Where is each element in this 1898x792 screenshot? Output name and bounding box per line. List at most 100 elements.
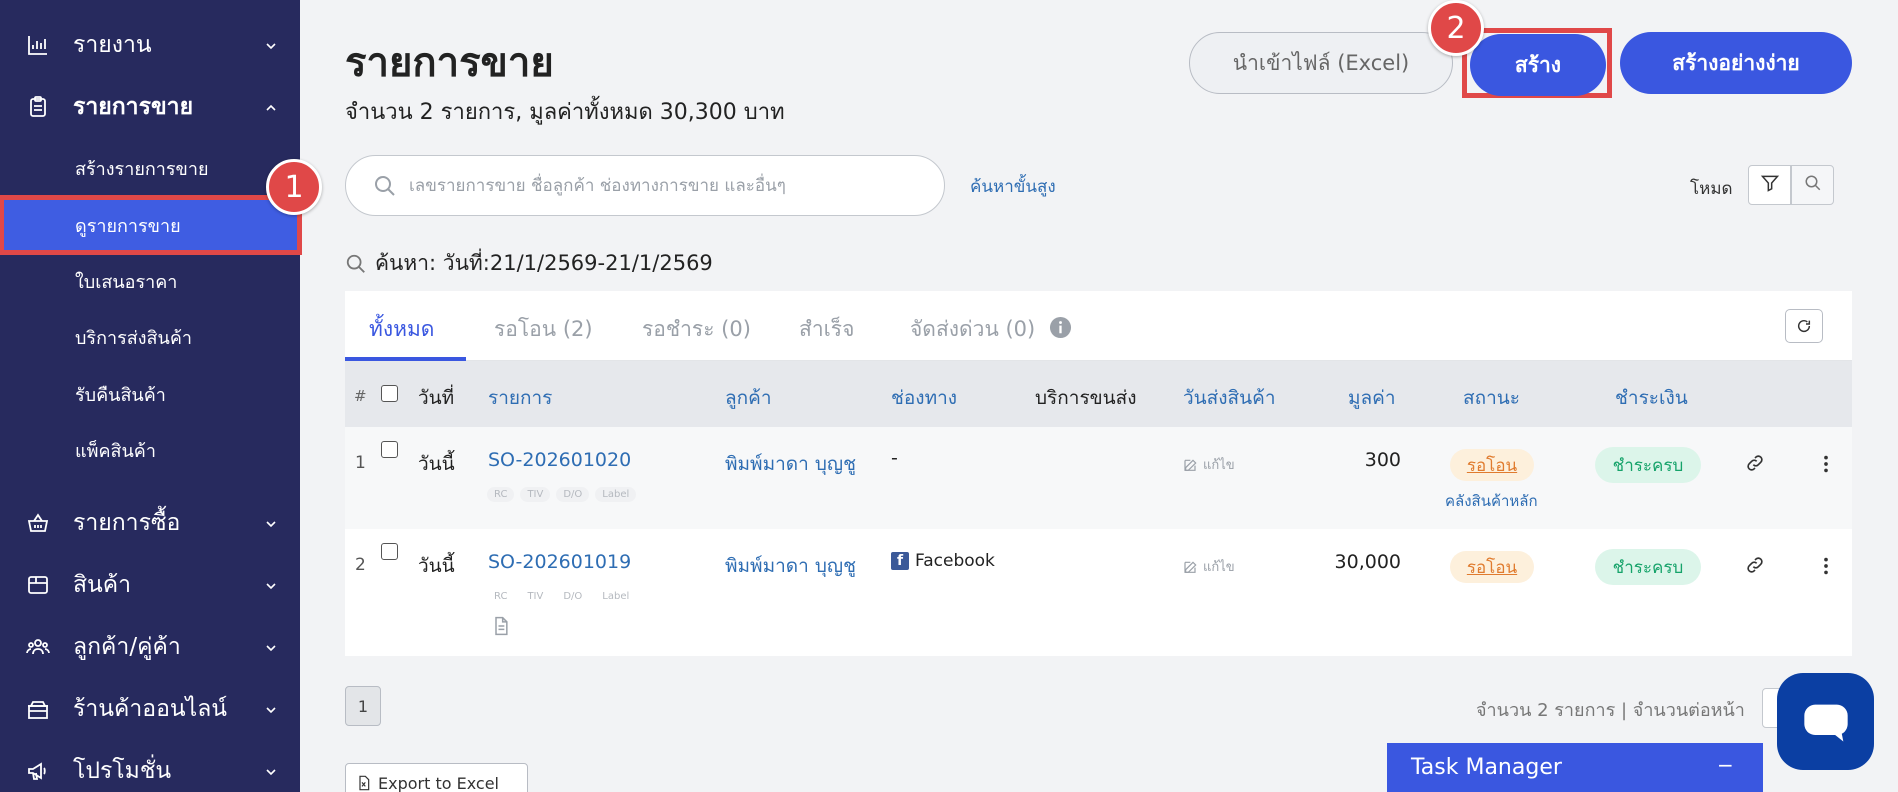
refresh-button[interactable]: [1785, 309, 1823, 343]
chevron-down-icon: [264, 516, 278, 530]
tag-rc[interactable]: RC: [487, 487, 515, 502]
edit-ship-date[interactable]: แก้ไข: [1183, 454, 1235, 475]
table-header: # วันที่ รายการ ลูกค้า ช่องทาง บริการขนส…: [345, 361, 1852, 427]
tag-label[interactable]: Label: [595, 589, 636, 604]
row-checkbox[interactable]: [381, 441, 398, 458]
pagination-page[interactable]: 1: [345, 686, 381, 726]
sidebar-item-label: แพ็คสินค้า: [75, 440, 156, 462]
document-tags: RC TIV D/O Label: [487, 589, 636, 604]
sidebar-item-quotations[interactable]: ใบเสนอราคา: [0, 256, 300, 306]
order-link[interactable]: SO-202601019: [488, 551, 631, 573]
chevron-down-icon: [264, 764, 278, 778]
tab-awaiting-transfer[interactable]: รอโอน (2): [494, 313, 593, 346]
customer-link[interactable]: พิมพ์มาดา บุญชู: [725, 449, 856, 479]
filter-text: ค้นหา: วันที่:21/1/2569-21/1/2569: [375, 251, 713, 275]
column-header-shipping: บริการขนส่ง: [1035, 387, 1137, 409]
sidebar-item-label: ใบเสนอราคา: [75, 271, 178, 293]
document-icon[interactable]: [491, 616, 511, 640]
column-header-channel[interactable]: ช่องทาง: [891, 383, 957, 413]
warehouse-link[interactable]: คลังสินค้าหลัก: [1445, 489, 1538, 513]
tab-all[interactable]: ทั้งหมด: [369, 313, 434, 346]
edit-ship-date[interactable]: แก้ไข: [1183, 556, 1235, 577]
tab-bar: ทั้งหมด รอโอน (2) รอชำระ (0) สำเร็จ จัดส…: [345, 291, 1852, 361]
table-row[interactable]: 2 วันนี้ SO-202601019 RC TIV D/O Label พ…: [345, 529, 1852, 656]
annotation-badge-2: 2: [1428, 0, 1484, 56]
row-channel: f Facebook: [891, 551, 995, 571]
table-row[interactable]: 1 วันนี้ SO-202601020 RC TIV D/O Label พ…: [345, 427, 1852, 529]
chevron-down-icon: [264, 640, 278, 654]
column-header-date[interactable]: วันที่: [418, 383, 454, 413]
export-excel-button[interactable]: Export to Excel: [345, 763, 528, 792]
info-icon[interactable]: [1049, 316, 1072, 343]
column-header-status[interactable]: สถานะ: [1463, 383, 1520, 413]
excel-file-icon: [359, 775, 370, 791]
annotation-badge-1: 1: [266, 159, 322, 215]
sidebar-item-packing[interactable]: แพ็คสินค้า: [0, 425, 300, 475]
search-input[interactable]: [409, 170, 929, 202]
minimize-icon[interactable]: −: [1717, 753, 1734, 777]
sidebar-item-create-sale[interactable]: สร้างรายการขาย: [0, 143, 300, 193]
task-manager-label: Task Manager: [1411, 755, 1562, 780]
easy-create-button[interactable]: สร้างอย่างง่าย: [1620, 32, 1852, 94]
sidebar-item-label: รายการซื้อ: [73, 510, 181, 536]
search-box: [345, 155, 945, 216]
column-header-value[interactable]: มูลค่า: [1348, 383, 1396, 413]
tag-rc[interactable]: RC: [487, 589, 514, 604]
sidebar-item-online-store[interactable]: ร้านค้าออนไลน์: [0, 684, 300, 734]
filter-mode-button[interactable]: [1748, 165, 1791, 205]
tag-label[interactable]: Label: [595, 487, 637, 502]
sales-table-card: ทั้งหมด รอโอน (2) รอชำระ (0) สำเร็จ จัดส…: [345, 291, 1852, 656]
status-badge[interactable]: รอโอน: [1450, 449, 1534, 481]
tag-tiv[interactable]: TIV: [520, 589, 550, 604]
advanced-search-link[interactable]: ค้นหาขั้นสูง: [970, 173, 1056, 200]
row-checkbox[interactable]: [381, 543, 398, 560]
box-icon: [26, 573, 50, 597]
order-link[interactable]: SO-202601020: [488, 449, 631, 471]
chevron-down-icon: [264, 578, 278, 592]
import-excel-button[interactable]: นำเข้าไฟล์ (Excel): [1189, 32, 1453, 94]
link-icon[interactable]: [1745, 453, 1765, 477]
more-options-icon[interactable]: [1815, 555, 1837, 581]
sidebar-item-reports[interactable]: รายงาน: [0, 20, 300, 70]
chevron-down-icon: [264, 38, 278, 52]
sidebar-item-returns[interactable]: รับคืนสินค้า: [0, 369, 300, 419]
export-label: Export to Excel: [378, 773, 499, 792]
tab-express-shipping[interactable]: จัดส่งด่วน (0): [910, 313, 1035, 346]
tag-tiv[interactable]: TIV: [520, 487, 551, 502]
task-manager-bar[interactable]: Task Manager −: [1387, 743, 1763, 792]
row-date: วันนี้: [418, 453, 455, 475]
sidebar-item-products[interactable]: สินค้า: [0, 560, 300, 610]
facebook-icon: f: [891, 552, 909, 570]
sidebar-item-purchases[interactable]: รายการซื้อ: [0, 498, 300, 548]
row-date: วันนี้: [418, 555, 455, 577]
search-mode-button[interactable]: [1791, 165, 1834, 205]
sidebar-item-label: สร้างรายการขาย: [75, 158, 209, 180]
tab-awaiting-payment[interactable]: รอชำระ (0): [642, 313, 751, 346]
tab-completed[interactable]: สำเร็จ: [799, 313, 854, 346]
sidebar-item-shipping[interactable]: บริการส่งสินค้า: [0, 312, 300, 362]
create-button[interactable]: สร้าง: [1470, 34, 1606, 96]
sidebar-item-view-sales[interactable]: ดูรายการขาย: [0, 195, 302, 255]
customer-link[interactable]: พิมพ์มาดา บุญชู: [725, 551, 856, 581]
column-header-customer[interactable]: ลูกค้า: [725, 383, 772, 413]
sidebar-item-label: โปรโมชั่น: [73, 758, 172, 784]
row-value: 30,000: [1334, 551, 1401, 573]
sidebar-item-label: รับคืนสินค้า: [75, 384, 166, 406]
sidebar-item-sales[interactable]: รายการขาย: [0, 82, 300, 132]
chat-button[interactable]: [1777, 673, 1874, 770]
column-header-payment[interactable]: ชำระเงิน: [1615, 383, 1688, 413]
tag-do[interactable]: D/O: [556, 487, 590, 502]
sidebar-item-promotions[interactable]: โปรโมชั่น: [0, 746, 300, 792]
column-header-order[interactable]: รายการ: [488, 383, 552, 413]
search-icon: [346, 254, 365, 273]
store-icon: [26, 697, 50, 721]
link-icon[interactable]: [1745, 555, 1765, 579]
sidebar-item-customers[interactable]: ลูกค้า/คู่ค้า: [0, 622, 300, 672]
sidebar-item-label: สินค้า: [73, 572, 132, 598]
sidebar-item-label: รายการขาย: [73, 94, 194, 120]
status-badge[interactable]: รอโอน: [1450, 551, 1534, 583]
column-header-ship-date[interactable]: วันส่งสินค้า: [1183, 383, 1276, 413]
tag-do[interactable]: D/O: [556, 589, 589, 604]
select-all-checkbox[interactable]: [381, 385, 398, 402]
more-options-icon[interactable]: [1815, 453, 1837, 479]
